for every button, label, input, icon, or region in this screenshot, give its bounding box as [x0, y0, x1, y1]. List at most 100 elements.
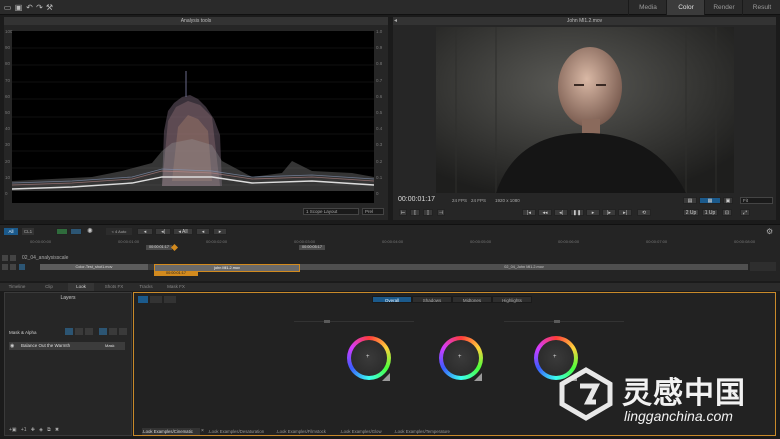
scope-right-label: 0.7 — [376, 77, 383, 83]
redo-icon[interactable]: ↷ — [35, 3, 44, 12]
timecode-ruler[interactable]: 00:00:00:00 00:00:01:00 00:00:02:00 00:00:0… — [0, 238, 780, 245]
zoom-level-field[interactable]: < 4 Auto — [106, 228, 132, 235]
copy-icon[interactable]: ⧉ — [47, 427, 51, 433]
slider-handle[interactable] — [324, 320, 330, 323]
track-mute-icon[interactable] — [10, 264, 16, 270]
safe-area-button[interactable]: ⊡ — [722, 209, 732, 216]
tl-next-button[interactable]: ▸ — [213, 228, 227, 235]
waveform-scope[interactable] — [11, 31, 375, 203]
play-button[interactable]: ▸ — [586, 209, 600, 216]
tl-prev-button[interactable]: ◂ — [137, 228, 153, 235]
clip-color-test[interactable]: Color-Test_shot1.mov — [40, 264, 148, 270]
segment-highlights[interactable]: Highlights — [492, 296, 532, 303]
gear-icon[interactable]: ✺ — [87, 228, 95, 235]
add-layer-icon[interactable]: +▣ — [9, 427, 17, 433]
segment-midtones[interactable]: Midtones — [452, 296, 492, 303]
tl-next-edit-button[interactable]: ◂ — [196, 228, 210, 235]
scope-y-label: 80 — [5, 61, 11, 67]
zoom-fit-select[interactable]: Fit — [740, 197, 773, 204]
undo-icon[interactable]: ↶ — [25, 3, 34, 12]
out-point-marker[interactable]: 00:00:05:17 — [299, 245, 325, 250]
folder-icon[interactable]: ▭ — [3, 3, 12, 12]
tab-tracks[interactable]: Tracks — [134, 283, 158, 291]
mark-in-button[interactable]: ⊢ — [399, 209, 407, 216]
color-wheel-midtones[interactable]: + — [439, 336, 483, 380]
mode-tab-color[interactable]: Color — [666, 0, 705, 15]
track-audio-icon[interactable] — [19, 264, 25, 270]
mask-invert-icon[interactable] — [109, 328, 117, 335]
all-tracks-button[interactable]: All — [4, 228, 18, 235]
video-image — [436, 27, 734, 193]
viewer-title: John Ml1.2.mov — [393, 17, 776, 25]
tl-all-button[interactable]: ◂ All — [173, 228, 193, 235]
look-compare-icon[interactable] — [164, 296, 176, 303]
track-add-area[interactable] — [750, 262, 776, 271]
step-forward-button[interactable]: |▸ — [602, 209, 616, 216]
save-icon[interactable]: ▣ — [14, 3, 23, 12]
clip-filter-button[interactable]: CL1 — [22, 228, 34, 235]
look-tab-desaturation[interactable]: .Look Examples/Desaturation — [208, 428, 272, 435]
track-solo-icon[interactable] — [2, 264, 8, 270]
mask-shape-icon[interactable] — [75, 328, 83, 335]
layers-footer: +▣ +1 ✚ ◈ ⧉ ✖ — [9, 427, 129, 435]
tab-look[interactable]: Look — [68, 283, 94, 291]
layer-item[interactable]: ◉ Balance Out the Warmth Mask — [9, 342, 125, 350]
add-adjust-icon[interactable]: +1 — [21, 427, 27, 433]
loop-button[interactable]: ⟲ — [637, 209, 651, 216]
slider-handle-2[interactable] — [554, 320, 560, 323]
look-tab-cinematic[interactable]: .Look Examples/Cinematic — [142, 428, 200, 435]
grid-view-button[interactable]: ▣ — [723, 197, 733, 204]
segment-shadows[interactable]: Shadows — [412, 296, 452, 303]
last-frame-button[interactable]: ▸| — [618, 209, 632, 216]
link-icon[interactable] — [56, 228, 68, 235]
tab-mask-fx[interactable]: Mask FX — [162, 283, 190, 291]
one-up-button[interactable]: 1 Up — [702, 209, 718, 216]
mask-add-icon[interactable] — [65, 328, 73, 335]
snap-icon[interactable] — [70, 228, 82, 235]
look-filter-icon[interactable] — [150, 296, 162, 303]
look-tab-temperature[interactable]: .Look Examples/Temperature — [394, 428, 458, 435]
mode-tab-media[interactable]: Media — [628, 0, 667, 15]
track-lock-icon[interactable] — [2, 255, 8, 261]
two-up-button[interactable]: 2 Up — [683, 209, 699, 216]
step-back-button[interactable]: ◂| — [554, 209, 568, 216]
pause-button[interactable]: ❚❚ — [570, 209, 584, 216]
color-wheel-shadows[interactable]: + — [347, 336, 391, 380]
scope-layout-select[interactable]: 1 Scope Layout — [303, 208, 359, 215]
look-mode-icon[interactable] — [138, 296, 148, 303]
tl-prev-edit-button[interactable]: ◂| — [155, 228, 171, 235]
scope-mode-select[interactable]: Prel — [362, 208, 384, 215]
tab-shots-fx[interactable]: Shots FX — [100, 283, 128, 291]
playhead-marker[interactable] — [170, 243, 179, 252]
layer-eye-icon[interactable]: ◉ — [10, 343, 14, 349]
add-icon[interactable]: ✚ — [31, 427, 35, 433]
in-point-marker[interactable]: 00:00:01:17 — [146, 245, 172, 250]
tab-clip[interactable]: Clip — [38, 283, 60, 291]
mask-delete-icon[interactable] — [85, 328, 93, 335]
split-view-button[interactable]: ▤ — [683, 197, 697, 204]
tab-timeline[interactable]: Timeline — [4, 283, 30, 291]
mode-tab-result[interactable]: Result — [742, 0, 780, 15]
fullscreen-button[interactable]: ⤢ — [740, 209, 750, 216]
mode-tab-render[interactable]: Render — [704, 0, 743, 15]
clip-john-copy[interactable]: 02_04_John Ml1.2.mov — [300, 264, 748, 270]
tag-icon[interactable]: ◈ — [39, 427, 43, 433]
scope-right-label: 0.5 — [376, 110, 383, 115]
go-to-out-button[interactable]: ⟧ — [423, 209, 433, 216]
rewind-button[interactable]: ◂◂ — [538, 209, 552, 216]
compare-button[interactable]: ▦ — [699, 197, 721, 204]
segment-overall[interactable]: Overall — [372, 296, 412, 303]
track-eye-icon[interactable] — [10, 255, 16, 261]
go-to-in-button[interactable]: ⟦ — [410, 209, 420, 216]
timeline-settings-icon[interactable]: ⚙ — [766, 227, 776, 236]
delete-icon[interactable]: ✖ — [55, 427, 59, 433]
collapse-left-icon[interactable]: ◂ — [394, 18, 402, 25]
mask-feather-icon[interactable] — [119, 328, 127, 335]
mask-draw-icon[interactable] — [99, 328, 107, 335]
close-tab-icon[interactable]: × — [201, 428, 204, 434]
wrench-icon[interactable]: ⚒ — [45, 3, 54, 12]
look-tab-glow[interactable]: .Look Examples/Glow — [340, 428, 390, 435]
mark-out-button[interactable]: ⊣ — [437, 209, 445, 216]
first-frame-button[interactable]: |◂ — [522, 209, 536, 216]
look-tab-filmstock[interactable]: .Look Examples/Filmstock — [276, 428, 336, 435]
